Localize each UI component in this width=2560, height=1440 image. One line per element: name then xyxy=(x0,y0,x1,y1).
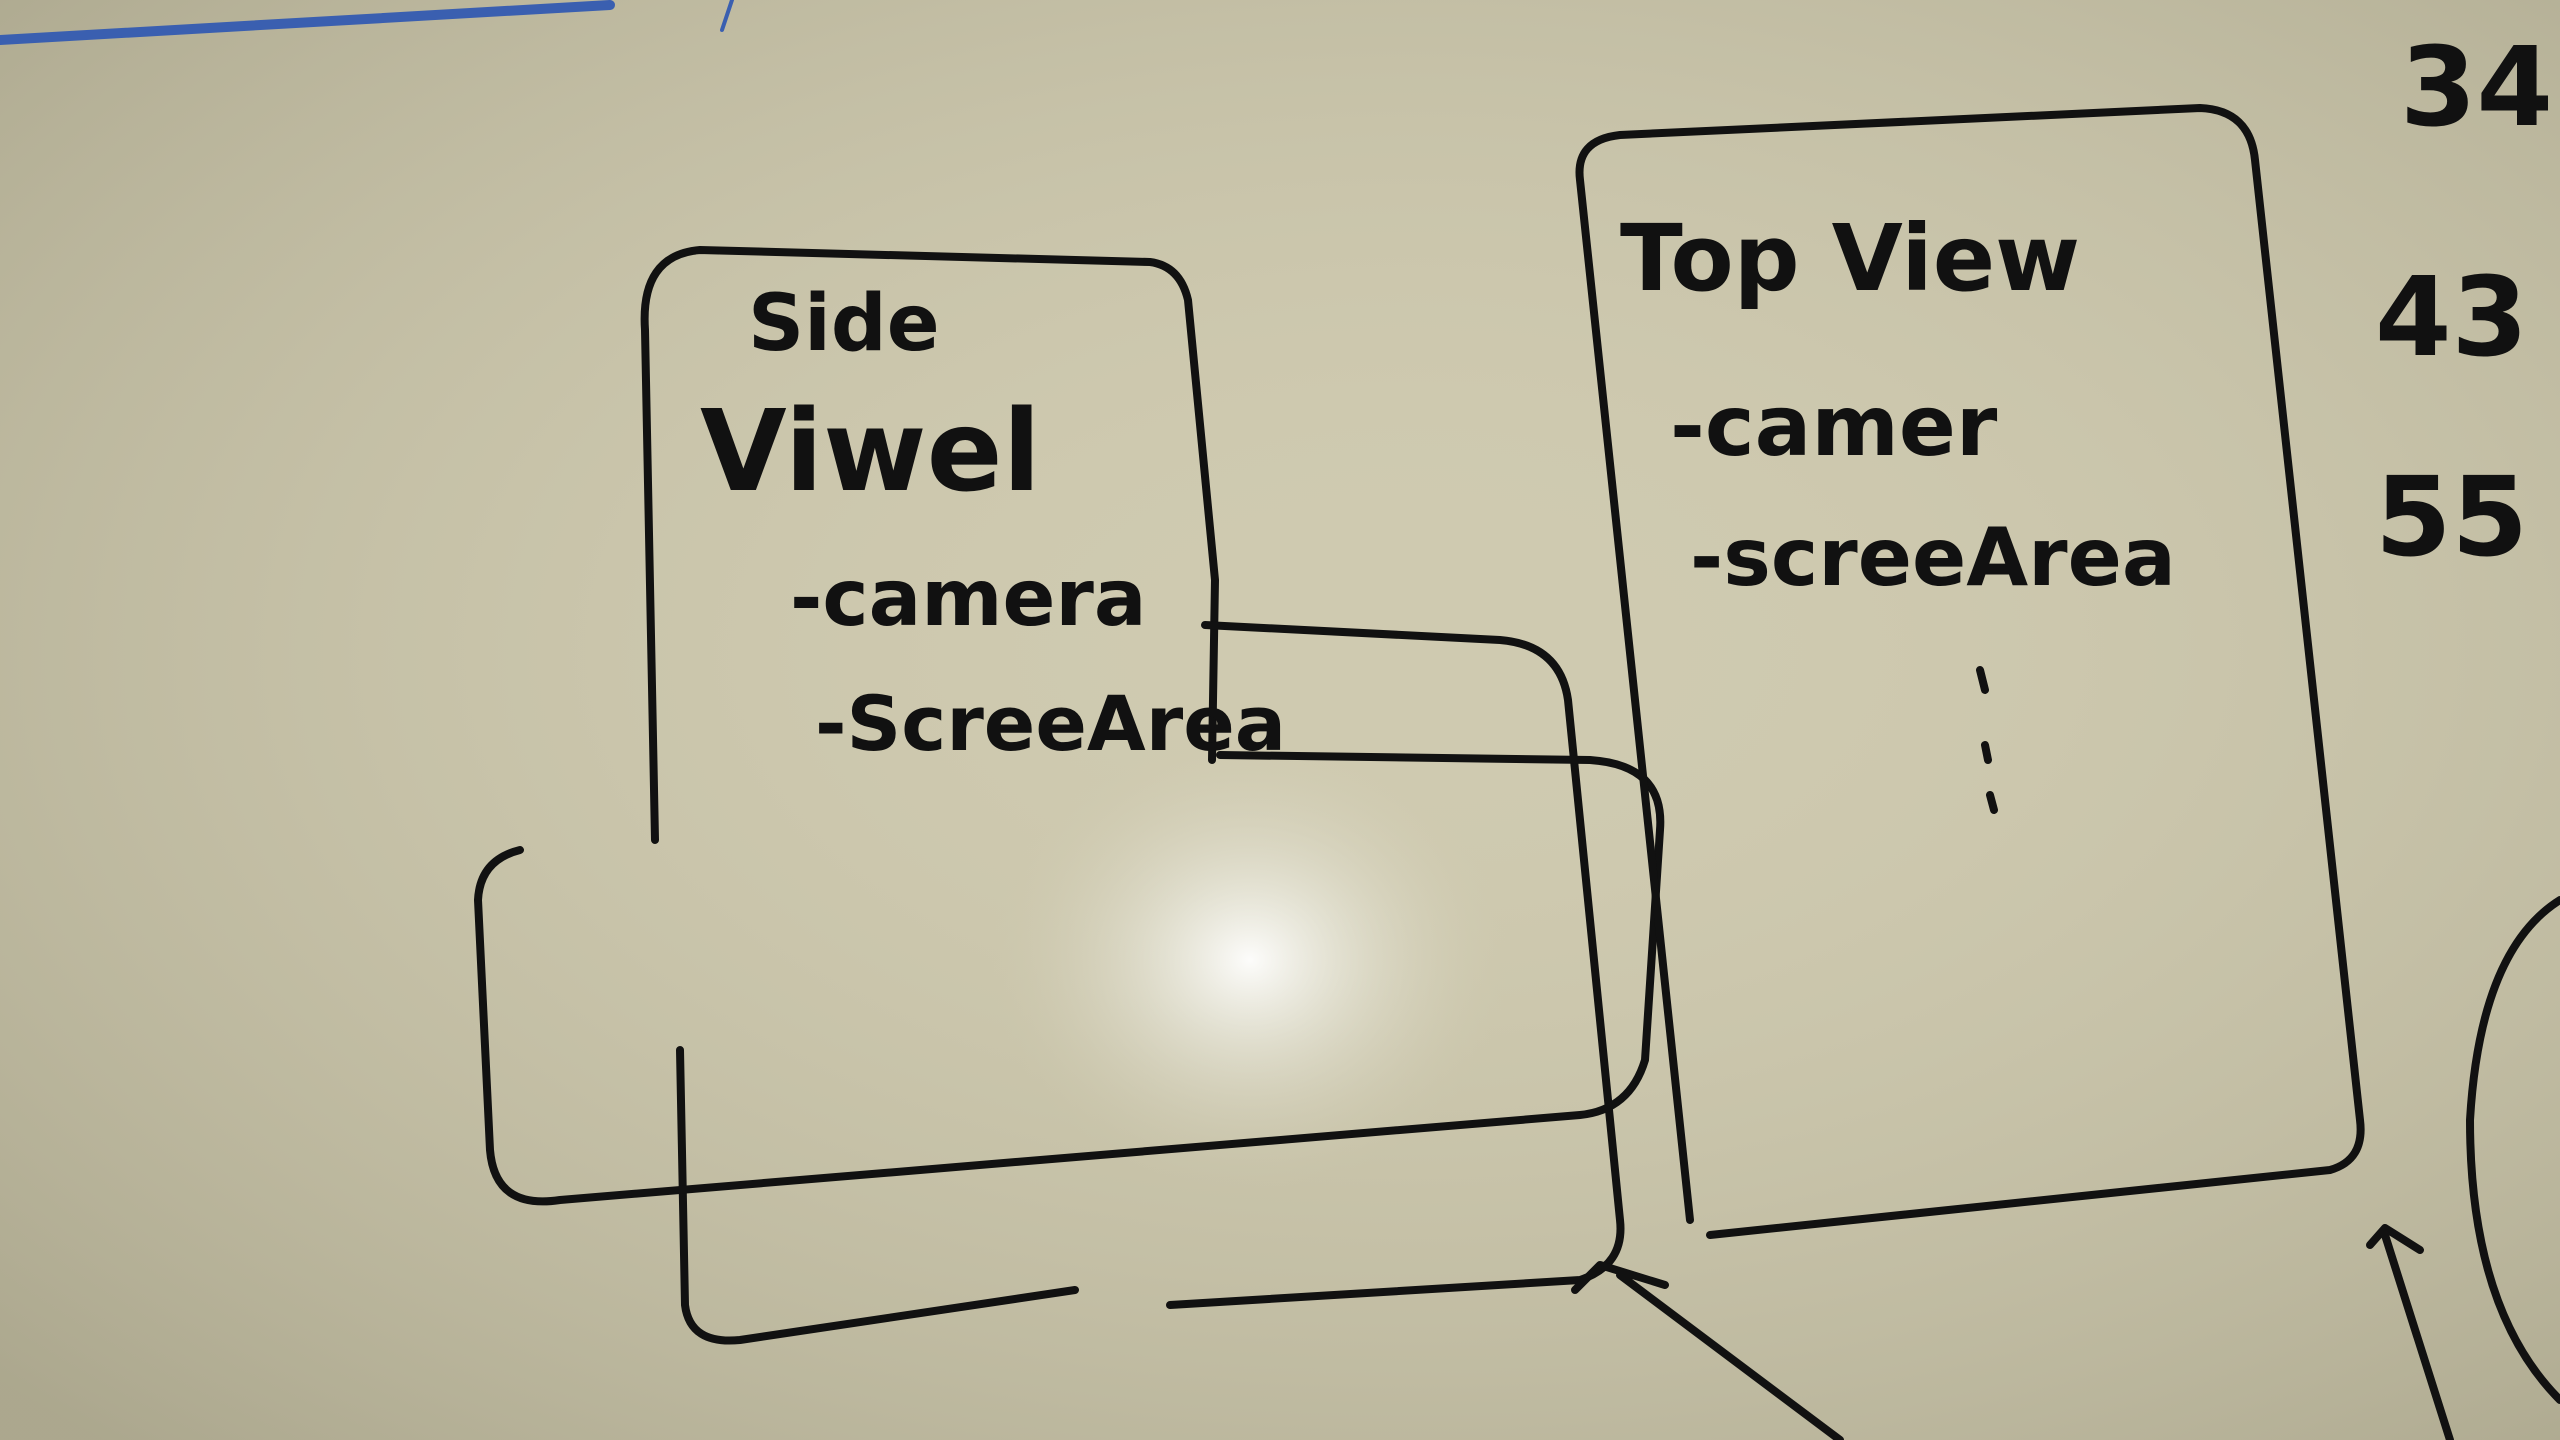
side-item-camera: -camera xyxy=(790,554,1147,644)
top-title: Top View xyxy=(1620,205,2080,312)
side-title-line1: Side xyxy=(748,279,940,369)
top-item-screenarea: -screeArea xyxy=(1690,511,2176,604)
number-3: 55 xyxy=(2375,453,2528,581)
whiteboard-diagram: Side Viwel -camera -ScreeArea Top View -… xyxy=(0,0,2560,1440)
side-item-screenarea: -ScreeArea xyxy=(815,679,1286,768)
number-2: 43 xyxy=(2375,253,2528,381)
light-glare xyxy=(990,730,1510,1190)
number-1: 34 xyxy=(2400,23,2553,151)
side-title-line2: Viwel xyxy=(700,387,1041,517)
top-item-camera: -camer xyxy=(1670,377,1998,475)
